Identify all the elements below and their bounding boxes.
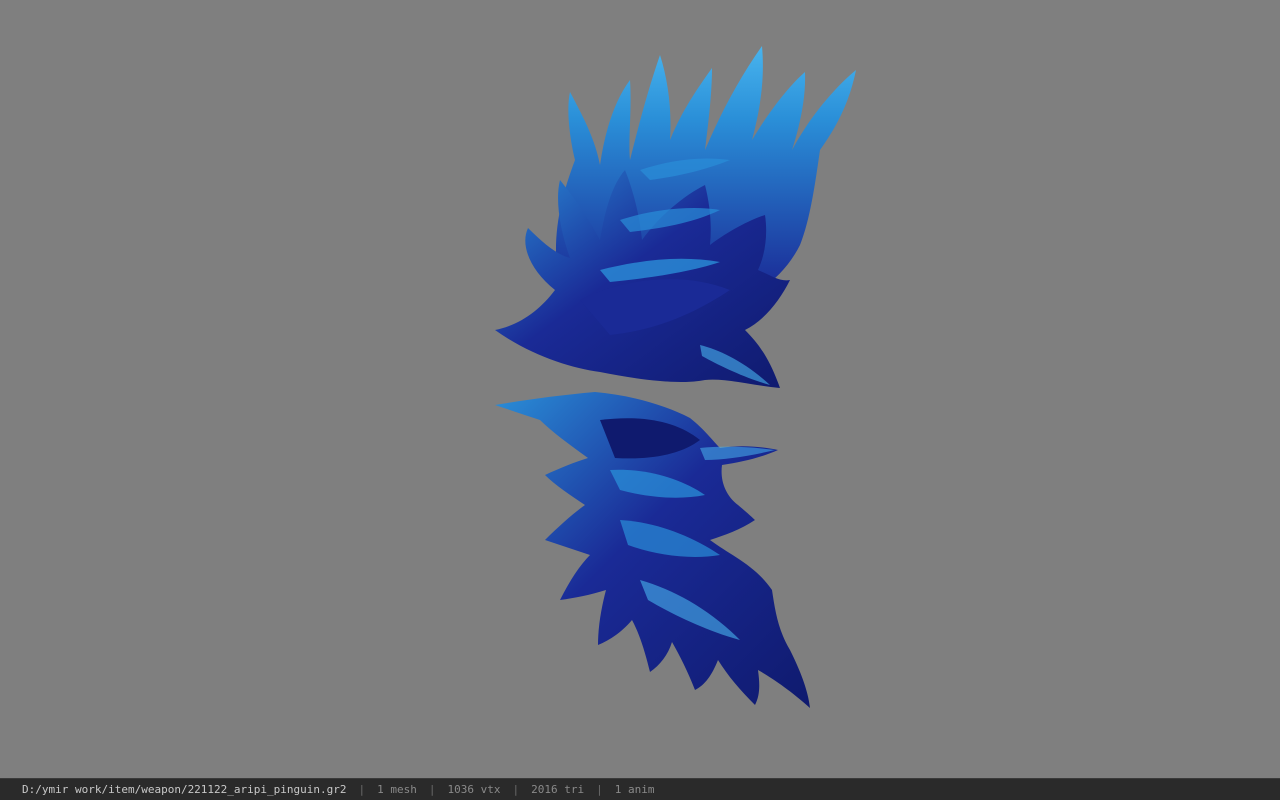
file-path-label: D:/ymir work/item/weapon/221122_aripi_pi… — [22, 783, 347, 796]
status-bar: D:/ymir work/item/weapon/221122_aripi_pi… — [0, 778, 1280, 800]
status-separator: | — [512, 783, 520, 796]
status-separator: | — [428, 783, 436, 796]
lower-wing — [495, 392, 810, 708]
status-separator: | — [358, 783, 366, 796]
triangle-count-label: 2016 tri — [531, 783, 585, 796]
status-separator: | — [596, 783, 603, 796]
mesh-count-label: 1 mesh — [377, 783, 417, 796]
3d-viewport[interactable] — [0, 0, 1280, 778]
anim-count-label: 1 anim — [614, 783, 655, 796]
vertex-count-label: 1036 vtx — [447, 783, 501, 796]
upper-wing — [495, 46, 856, 388]
wing-model-render[interactable] — [0, 0, 1280, 778]
